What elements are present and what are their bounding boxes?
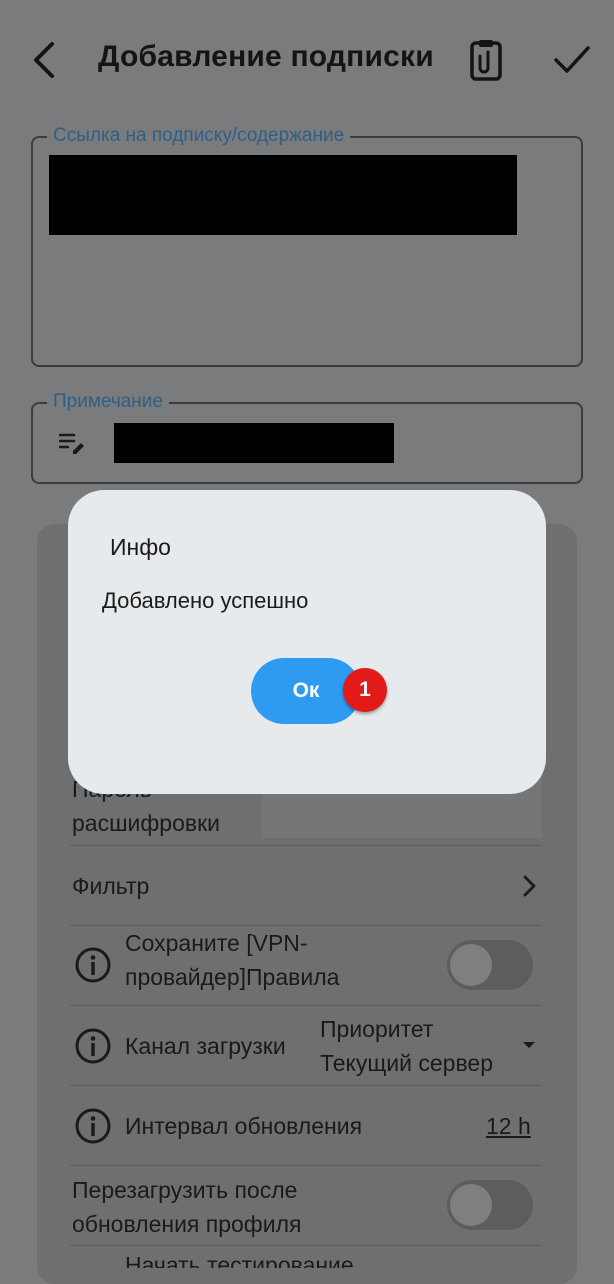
save-check-button[interactable] (552, 42, 592, 78)
interval-label: Интервал обновления (125, 1113, 363, 1139)
interval-value-link[interactable]: 12 h (486, 1109, 531, 1143)
channel-label: Канал загрузки (125, 1033, 286, 1059)
dialog-title: Инфо (110, 534, 171, 560)
divider (70, 1085, 542, 1086)
back-button[interactable] (28, 38, 62, 82)
subscription-url-field[interactable]: Ссылка на подписку/содержание (31, 125, 583, 367)
info-icon[interactable] (74, 946, 112, 984)
check-icon (554, 46, 590, 73)
reload-toggle[interactable] (447, 1180, 533, 1230)
note-label: Примечание (47, 391, 169, 413)
info-icon[interactable] (74, 1027, 112, 1065)
divider (70, 845, 542, 846)
clipboard-icon (470, 40, 502, 81)
start-test-label: Начать тестирование (125, 1252, 354, 1268)
info-icon[interactable] (74, 1107, 112, 1145)
info-dialog: Инфо Добавлено успешно Ок 1 (68, 490, 546, 794)
step-badge: 1 (343, 668, 387, 712)
note-field[interactable]: Примечание (31, 391, 583, 484)
dialog-message: Добавлено успешно (102, 588, 309, 613)
channel-select-value[interactable]: Приоритет Текущий сервер (320, 1012, 520, 1080)
reload-label: Перезагрузить после обновления профиля (72, 1177, 302, 1237)
app-bar: Добавление подписки (0, 0, 614, 120)
subscription-url-label: Ссылка на подписку/содержание (47, 125, 351, 147)
toggle-knob (450, 1184, 492, 1226)
chevron-right-icon[interactable] (520, 874, 540, 898)
edit-note-icon (59, 433, 84, 454)
save-rules-toggle[interactable] (447, 940, 533, 990)
divider (70, 1165, 542, 1166)
redacted-note (114, 423, 394, 463)
back-arrow-icon (34, 42, 54, 78)
divider (70, 1005, 542, 1006)
divider (70, 1245, 542, 1246)
paste-clipboard-button[interactable] (466, 38, 506, 82)
save-rules-label: Сохраните [VPN-провайдер]Правила (125, 930, 340, 990)
dropdown-arrow-icon[interactable] (522, 1041, 536, 1049)
redacted-url (49, 155, 517, 235)
toggle-knob (450, 944, 492, 986)
filter-label: Фильтр (72, 873, 150, 899)
page-title: Добавление подписки (98, 40, 434, 73)
